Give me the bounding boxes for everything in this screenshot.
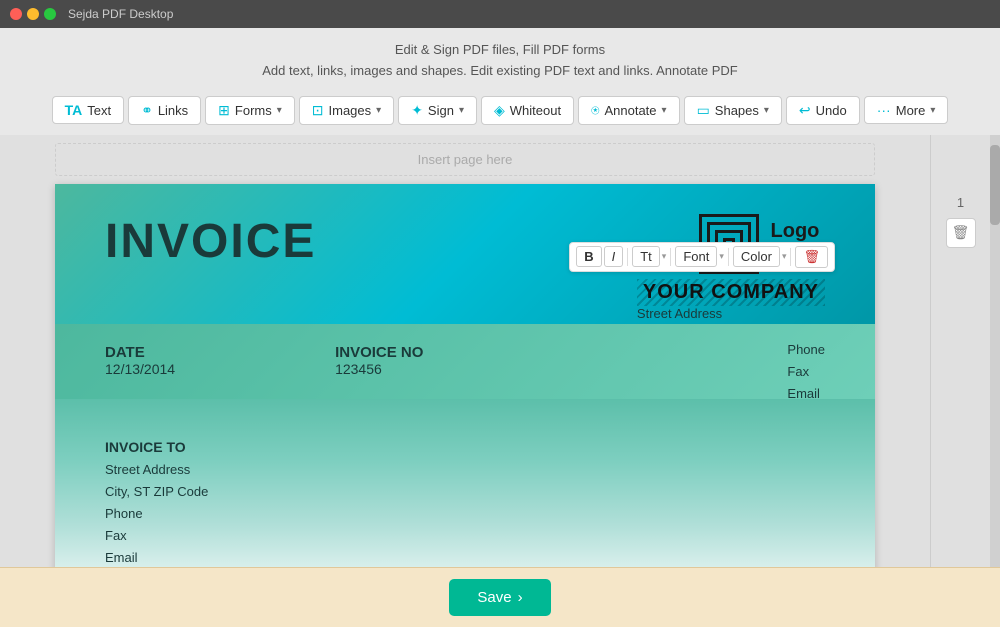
insert-page-banner[interactable]: Insert page here [55,143,875,176]
shapes-tool-label: Shapes [715,103,759,118]
text-editing-toolbar: B I Tt ▾ Font ▾ Color ▾ 🗑 [569,242,835,272]
minimize-button[interactable] [27,8,39,20]
company-street: Street Address [637,306,825,321]
scrollbar-thumb[interactable] [990,145,1000,225]
company-email: Email [787,383,825,405]
more-icon: ··· [877,102,891,118]
date-label: DATE [105,344,175,361]
company-phone: Phone [787,339,825,361]
pdf-area: Insert page here INVOICE [0,135,1000,627]
font-button[interactable]: Font [675,246,717,267]
italic-button[interactable]: I [604,246,624,267]
font-arrow: ▾ [719,251,724,262]
toolbar-separator4 [790,248,791,266]
invoice-no-value: 123456 [335,361,382,377]
more-tool-label: More [896,103,926,118]
insert-page-label: Insert page here [418,152,513,167]
pdf-page: INVOICE Logo Name [55,184,875,627]
bold-button[interactable]: B [576,246,601,267]
window-controls[interactable] [10,8,56,20]
toolbar-separator [627,248,628,266]
size-arrow: ▾ [662,251,667,262]
title-bar: Sejda PDF Desktop [0,0,1000,28]
sign-tool-label: Sign [428,103,454,118]
delete-text-button[interactable]: 🗑 [795,246,828,268]
shapes-tool-button[interactable]: ▭ Shapes ▾ [684,96,782,125]
page-delete-button[interactable]: 🗑 [946,218,976,248]
more-arrow: ▾ [930,105,935,116]
images-tool-label: Images [329,103,372,118]
date-value: 12/13/2014 [105,361,175,377]
annotate-arrow: ▾ [662,105,667,116]
images-tool-button[interactable]: ⊡ Images ▾ [299,96,394,125]
company-contact: Phone Fax Email [787,339,825,405]
invoice-to-label: INVOICE TO [105,439,825,455]
invoice-no-label: INVOICE NO [335,344,423,361]
undo-tool-label: Undo [816,103,847,118]
scrollbar[interactable] [990,135,1000,627]
app-title: Sejda PDF Desktop [68,7,173,21]
save-button[interactable]: Save › [449,579,550,616]
side-panel: 1 🗑 [930,135,990,627]
text-tool-button[interactable]: TA Text [52,96,124,124]
top-description: Edit & Sign PDF files, Fill PDF forms Ad… [0,28,1000,90]
annotate-tool-label: Annotate [604,103,656,118]
whiteout-icon: ◈ [494,102,505,119]
date-block: DATE 12/13/2014 [105,344,175,379]
bottom-bar: Save › [0,567,1000,627]
pdf-scroll[interactable]: Insert page here INVOICE [0,135,930,627]
images-icon: ⊡ [312,102,324,119]
company-name[interactable]: YOUR COMPANY [637,279,825,306]
text-size-button[interactable]: Tt [632,246,660,267]
whiteout-tool-label: Whiteout [510,103,561,118]
save-arrow-icon: › [518,589,523,606]
invoice-to-info: Street Address City, ST ZIP Code Phone F… [105,459,825,569]
undo-tool-button[interactable]: ↩ Undo [786,96,860,125]
forms-tool-button[interactable]: ⊞ Forms ▾ [205,96,295,125]
desc-line1: Edit & Sign PDF files, Fill PDF forms [0,40,1000,61]
to-email: Email [105,547,825,569]
logo-line1: Logo [771,218,825,244]
invoice-to-section: INVOICE TO Street Address City, ST ZIP C… [105,439,825,569]
maximize-button[interactable] [44,8,56,20]
annotate-tool-button[interactable]: ⍟ Annotate ▾ [578,96,679,125]
links-tool-button[interactable]: ⚭ Links [128,96,201,125]
to-fax: Fax [105,525,825,547]
undo-icon: ↩ [799,102,811,119]
images-arrow: ▾ [376,105,381,116]
to-phone: Phone [105,503,825,525]
desc-line2: Add text, links, images and shapes. Edit… [0,61,1000,82]
invoice-title: INVOICE [105,214,316,269]
main-area: Edit & Sign PDF files, Fill PDF forms Ad… [0,28,1000,627]
sign-tool-button[interactable]: ✦ Sign ▾ [398,96,477,125]
sign-icon: ✦ [411,102,423,119]
close-button[interactable] [10,8,22,20]
more-tool-button[interactable]: ··· More ▾ [864,96,949,124]
annotate-icon: ⍟ [591,102,599,119]
company-fax: Fax [787,361,825,383]
text-tool-label: Text [87,103,111,118]
page-number: 1 [957,195,964,210]
invoice-no-block: INVOICE NO 123456 [335,344,423,379]
to-city: City, ST ZIP Code [105,481,825,503]
toolbar-separator2 [670,248,671,266]
whiteout-tool-button[interactable]: ◈ Whiteout [481,96,574,125]
to-address: Street Address [105,459,825,481]
toolbar-separator3 [728,248,729,266]
color-button[interactable]: Color [733,246,780,267]
color-arrow: ▾ [782,251,787,262]
forms-arrow: ▾ [277,105,282,116]
company-header-area: YOUR COMPANY Street Address [637,279,825,321]
shapes-arrow: ▾ [764,105,769,116]
forms-tool-label: Forms [235,103,272,118]
invoice-meta: DATE 12/13/2014 INVOICE NO 123456 [55,324,875,399]
text-icon: TA [65,102,83,118]
forms-icon: ⊞ [218,102,230,119]
links-tool-label: Links [158,103,188,118]
toolbar: TA Text ⚭ Links ⊞ Forms ▾ ⊡ Images ▾ ✦ S… [0,90,1000,135]
link-icon: ⚭ [141,102,153,119]
sign-arrow: ▾ [459,105,464,116]
shapes-icon: ▭ [697,102,710,119]
save-label: Save [477,589,511,606]
